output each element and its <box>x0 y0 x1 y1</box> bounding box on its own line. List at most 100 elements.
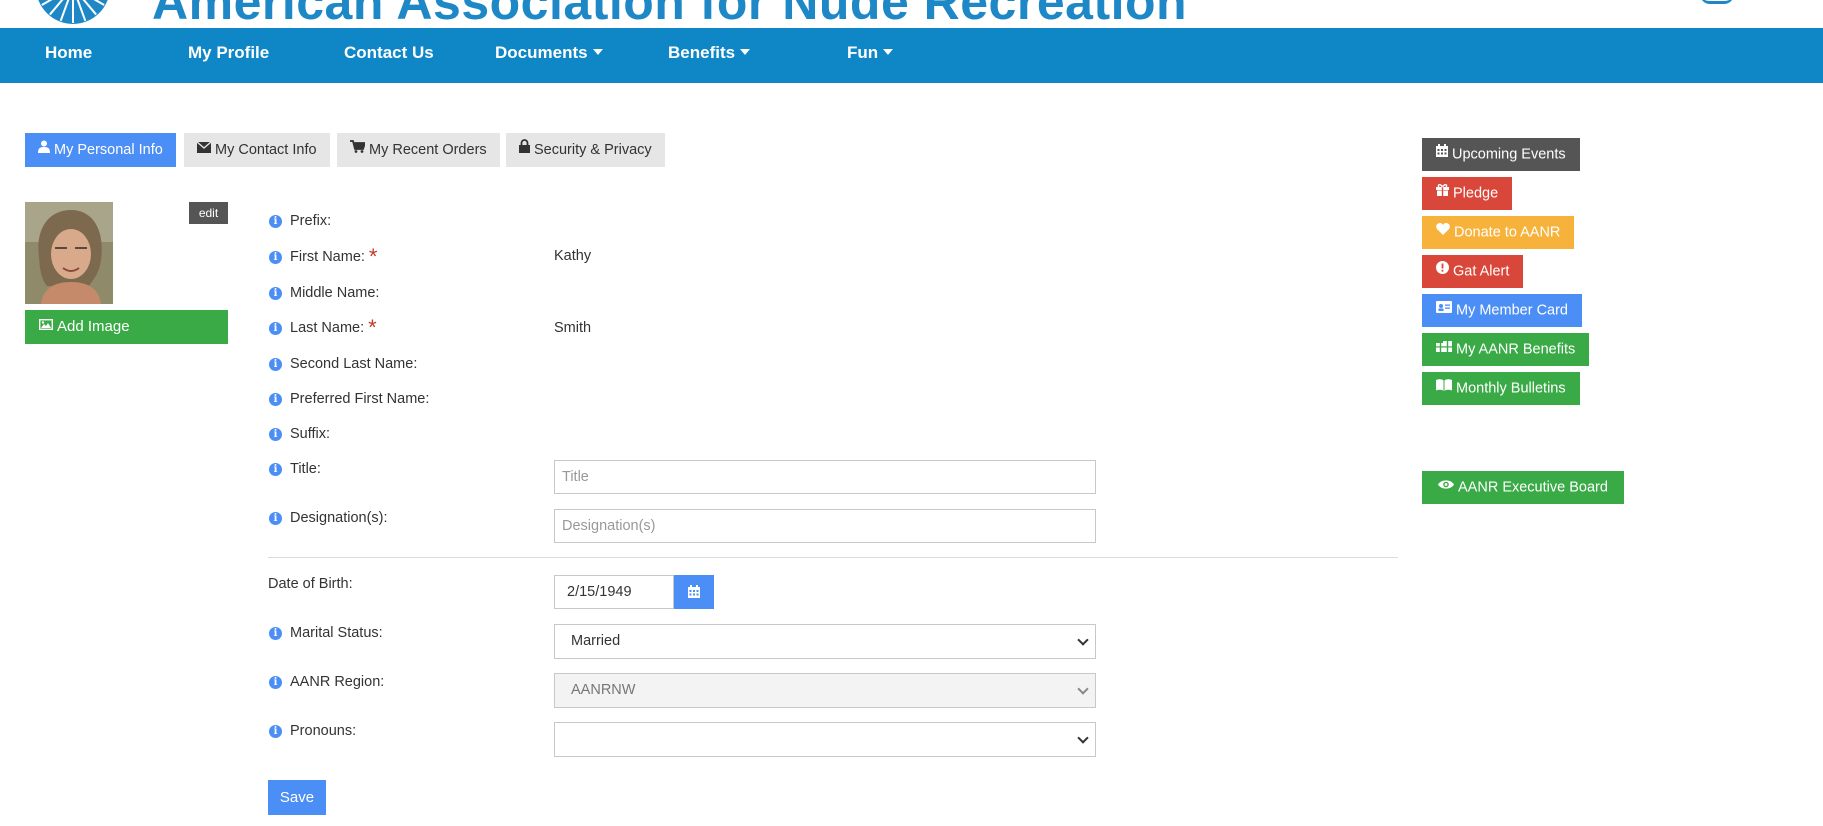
profile-photo <box>25 202 113 304</box>
aanr-region-label: AANR Region: <box>290 674 385 690</box>
chevron-down-icon <box>1077 634 1089 646</box>
sidebar-button-label: Pledge <box>1453 185 1499 202</box>
chevron-down-icon <box>1077 732 1089 744</box>
info-icon[interactable]: i <box>269 428 282 441</box>
designations-input[interactable] <box>554 509 1096 543</box>
cart-icon <box>350 132 367 166</box>
monthly-bulletins-button[interactable]: Monthly Bulletins <box>1422 372 1580 405</box>
tab-security-privacy[interactable]: Security & Privacy <box>506 133 665 167</box>
calendar-icon <box>1436 137 1448 170</box>
suffix-label: Suffix: <box>290 426 331 442</box>
envelope-icon <box>196 132 212 166</box>
nav-contact-us[interactable]: Contact Us <box>344 28 434 83</box>
tab-my-personal-info[interactable]: My Personal Info <box>25 133 176 167</box>
first-name-label-text: First Name: <box>290 249 365 265</box>
calendar-icon <box>688 585 700 603</box>
add-image-label: Add Image <box>57 318 130 335</box>
sidebar-button-label: My AANR Benefits <box>1456 341 1576 358</box>
sidebar-button-label: Monthly Bulletins <box>1456 380 1566 397</box>
info-icon[interactable]: i <box>269 287 282 300</box>
marital-status-label: Marital Status: <box>290 625 383 641</box>
main-nav: Home My Profile Contact Us Documents Ben… <box>0 28 1823 83</box>
nav-documents[interactable]: Documents <box>495 28 603 83</box>
info-icon[interactable]: i <box>269 627 282 640</box>
required-asterisk: * <box>368 315 377 340</box>
aanr-logo[interactable] <box>36 0 110 24</box>
info-icon[interactable]: i <box>269 322 282 335</box>
edit-photo-button[interactable]: edit <box>189 202 228 224</box>
pledge-button[interactable]: Pledge <box>1422 176 1513 210</box>
marital-status-select[interactable]: Married <box>554 624 1096 659</box>
info-icon[interactable]: i <box>269 512 282 525</box>
tab-label: My Recent Orders <box>369 142 487 158</box>
upcoming-events-button[interactable]: Upcoming Events <box>1422 138 1580 171</box>
gifts-icon <box>1436 332 1452 365</box>
info-icon[interactable]: i <box>269 358 282 371</box>
last-name-label-text: Last Name: <box>290 320 365 336</box>
donate-button[interactable]: Donate to AANR <box>1422 215 1575 249</box>
eye-icon <box>1438 470 1454 503</box>
id-card-icon <box>1436 293 1452 326</box>
alert-icon <box>1436 254 1449 287</box>
sidebar-button-label: AANR Executive Board <box>1458 479 1608 496</box>
caret-down-icon <box>592 48 603 55</box>
sidebar-button-label: Donate to AANR <box>1454 224 1561 241</box>
save-button[interactable]: Save <box>268 780 326 815</box>
tab-label: My Contact Info <box>215 142 317 158</box>
aanr-region-select[interactable]: AANRNW <box>554 673 1096 708</box>
info-icon[interactable]: i <box>269 676 282 689</box>
preferred-first-name-label: Preferred First Name: <box>290 391 430 407</box>
aanr-region-value: AANRNW <box>571 682 636 698</box>
member-card-button[interactable]: My Member Card <box>1422 294 1582 327</box>
pronouns-select[interactable] <box>554 722 1096 757</box>
site-title: American Association for Nude Recreation <box>152 0 1188 28</box>
info-icon[interactable]: i <box>269 393 282 406</box>
executive-board-button[interactable]: AANR Executive Board <box>1422 471 1624 504</box>
tab-label: My Personal Info <box>54 142 163 158</box>
date-picker-button[interactable] <box>674 575 714 609</box>
nav-fun[interactable]: Fun <box>847 28 894 83</box>
nav-contact-us-label: Contact Us <box>344 43 434 62</box>
add-image-button[interactable]: Add Image <box>25 310 228 344</box>
date-of-birth-label: Date of Birth: <box>268 576 353 592</box>
info-icon[interactable]: i <box>269 725 282 738</box>
heart-icon <box>1436 215 1450 248</box>
chevron-down-icon <box>1077 683 1089 695</box>
last-name-label: Last Name: * <box>290 317 377 339</box>
info-icon[interactable]: i <box>269 463 282 476</box>
designations-label: Designation(s): <box>290 510 388 526</box>
gift-icon <box>1436 176 1449 209</box>
sidebar-button-label: Gat Alert <box>1453 263 1510 280</box>
first-name-value: Kathy <box>554 248 592 264</box>
nav-home[interactable]: Home <box>45 28 92 83</box>
form-divider <box>268 557 1398 558</box>
nav-my-profile[interactable]: My Profile <box>188 28 269 83</box>
user-icon <box>38 132 50 166</box>
nav-home-label: Home <box>45 43 93 62</box>
tab-my-recent-orders[interactable]: My Recent Orders <box>337 133 500 167</box>
marital-status-value: Married <box>571 633 621 649</box>
nav-fun-label: Fun <box>847 43 879 62</box>
last-name-value: Smith <box>554 320 592 336</box>
header-swoosh-icon <box>1700 0 1734 4</box>
image-icon <box>38 309 54 343</box>
info-icon[interactable]: i <box>269 215 282 228</box>
sidebar-button-label: Upcoming Events <box>1452 146 1566 163</box>
nav-documents-label: Documents <box>495 43 588 62</box>
lock-icon <box>519 132 530 166</box>
title-label: Title: <box>290 461 321 477</box>
nav-my-profile-label: My Profile <box>188 43 270 62</box>
middle-name-label: Middle Name: <box>290 285 380 301</box>
required-asterisk: * <box>368 244 378 269</box>
site-header: American Association for Nude Recreation <box>0 0 1823 28</box>
info-icon[interactable]: i <box>269 251 282 264</box>
nav-benefits[interactable]: Benefits <box>668 28 751 83</box>
my-aanr-benefits-button[interactable]: My AANR Benefits <box>1422 332 1590 366</box>
nav-benefits-label: Benefits <box>668 43 736 62</box>
sidebar-button-label: My Member Card <box>1456 302 1568 319</box>
date-of-birth-input[interactable] <box>554 575 674 609</box>
tab-my-contact-info[interactable]: My Contact Info <box>184 133 330 167</box>
gat-alert-button[interactable]: Gat Alert <box>1422 254 1524 288</box>
second-last-name-label: Second Last Name: <box>290 356 418 372</box>
title-input[interactable] <box>554 460 1096 494</box>
